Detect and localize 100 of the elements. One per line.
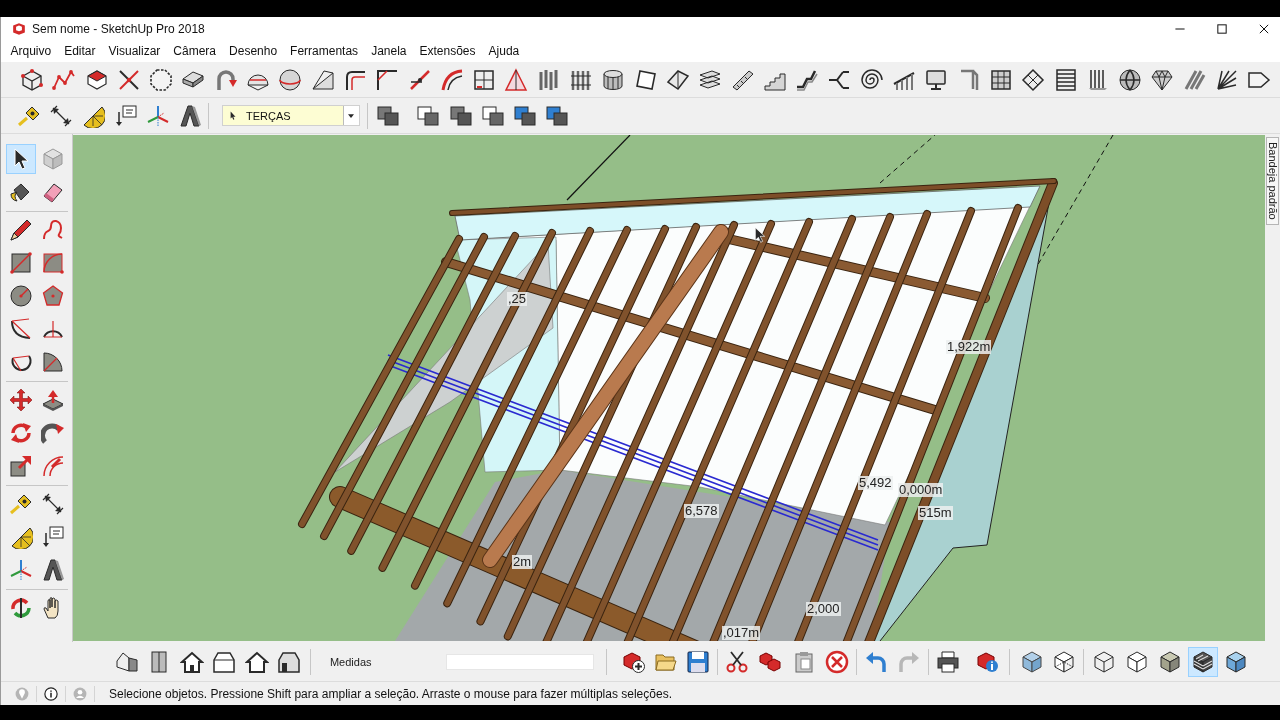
window-frame-icon xyxy=(472,67,497,92)
scissors-icon xyxy=(724,649,749,674)
tile-icon xyxy=(665,67,690,92)
dimension-label: 2m xyxy=(512,555,533,569)
mouse-pointer-icon xyxy=(752,227,768,243)
corner-icon xyxy=(375,67,400,92)
stacked-squares-icon xyxy=(375,103,400,128)
menu-item[interactable]: Extensões xyxy=(413,42,483,60)
measurements-label: Medidas xyxy=(329,655,372,668)
measurements-field[interactable] xyxy=(445,653,594,670)
shaded-cube-icon xyxy=(1158,649,1183,674)
dimension-label: 1,922m xyxy=(946,340,992,354)
pie-icon xyxy=(41,350,65,374)
cylinder-icon xyxy=(601,67,626,92)
maximize-icon xyxy=(1217,23,1227,34)
stacked-slabs-icon xyxy=(698,67,723,92)
house-outline-icon xyxy=(244,649,269,674)
menu-item[interactable]: Arquivo xyxy=(4,42,58,60)
dimension-label: 5,492 xyxy=(858,476,893,490)
tray-tab[interactable]: Bandeja padrão xyxy=(1266,137,1279,225)
callout-icon xyxy=(41,525,65,549)
house-icon xyxy=(179,649,204,674)
louver-icon xyxy=(1053,67,1078,92)
menu-item[interactable]: Ajuda xyxy=(482,42,526,60)
menu-item[interactable]: Visualizar xyxy=(102,42,167,60)
menu-item[interactable]: Editar xyxy=(57,42,103,60)
menu-item[interactable]: Janela xyxy=(364,42,413,60)
spiral-icon xyxy=(859,67,884,92)
dashed-cube-icon xyxy=(1052,649,1077,674)
fan-lines-icon xyxy=(1215,67,1239,92)
close-icon xyxy=(1259,23,1269,34)
gem-icon xyxy=(1150,67,1175,92)
offset-arcs-icon xyxy=(41,454,65,478)
arc-icon xyxy=(9,317,33,341)
dimension-label: ,25 xyxy=(507,292,528,306)
square-arrow-icon xyxy=(9,454,33,478)
select-tool-button[interactable] xyxy=(6,144,36,174)
dimension-label: 6,578 xyxy=(684,504,719,518)
squiggle-icon xyxy=(41,218,65,242)
axes-icon xyxy=(9,558,33,582)
app-logo-icon xyxy=(12,21,26,36)
peaked-arch-icon xyxy=(177,103,202,128)
curve-icon xyxy=(439,67,464,92)
undo-icon xyxy=(864,649,889,674)
wireframe-cube-icon xyxy=(1092,649,1117,674)
four-arrows-icon xyxy=(9,388,33,412)
textured-style-button[interactable] xyxy=(1188,646,1219,677)
stacked-squares-icon xyxy=(448,103,473,128)
menu-item[interactable]: Câmera xyxy=(166,42,223,60)
curved-arrow-icon xyxy=(41,421,65,445)
monitor-icon xyxy=(924,67,949,92)
sphere-grid-icon xyxy=(1118,67,1143,92)
cube-corners-icon xyxy=(20,67,44,92)
hatched-diamond-icon xyxy=(1021,67,1046,92)
dimension-label: ,017m xyxy=(722,626,761,640)
pencil-icon xyxy=(9,218,33,242)
caret-icon xyxy=(347,111,356,120)
cube-icon xyxy=(1125,649,1150,674)
status-message: Selecione objetos. Pressione Shift para ampliar a seleção. Arraste o mouse para fazer múltiplas seleções. xyxy=(109,686,672,701)
window-title: Sem nome - SketchUp Pro 2018 xyxy=(32,21,205,36)
slab-up-arrow-icon xyxy=(41,388,65,412)
sphere-icon xyxy=(278,67,303,92)
delete-icon xyxy=(825,649,850,674)
cube-icon xyxy=(41,147,65,171)
rectangle-icon xyxy=(9,251,33,275)
circle-icon xyxy=(9,284,33,308)
menu-item[interactable]: Ferramentas xyxy=(283,42,365,60)
protractor-icon xyxy=(9,525,33,549)
grid-icon xyxy=(988,67,1013,92)
dimension-label: 515m xyxy=(918,506,953,520)
triangle-icon xyxy=(504,67,529,92)
stacked-squares-icon xyxy=(513,103,538,128)
polyline-icon xyxy=(52,67,77,92)
wedge-icon xyxy=(310,67,335,92)
tape-measure-icon xyxy=(9,492,33,516)
callout-icon xyxy=(113,103,138,128)
pentagon-icon xyxy=(41,284,65,308)
menu-item[interactable]: Desenho xyxy=(222,42,284,60)
info-icon[interactable] xyxy=(44,686,58,701)
rectangle-arc-icon xyxy=(41,251,65,275)
house-icon xyxy=(276,649,301,674)
translucent-cube-icon xyxy=(1020,649,1045,674)
orbit-icon xyxy=(9,596,33,620)
axes-icon xyxy=(145,103,170,128)
printer-icon xyxy=(936,649,961,674)
octagon-icon xyxy=(149,67,174,92)
house-icon xyxy=(212,649,237,674)
rotate-arrows-icon xyxy=(9,421,33,445)
shaded-cube-icon xyxy=(1224,649,1249,674)
dimension-arrow-icon xyxy=(49,103,74,128)
dimension-arrow-icon xyxy=(41,492,65,516)
dimension-label: 2,000 xyxy=(806,602,841,616)
save-icon xyxy=(685,649,710,674)
dimension-label: 0,000m xyxy=(898,483,944,497)
crossed-lines-icon xyxy=(116,67,141,92)
stacked-squares-icon xyxy=(416,103,441,128)
striped-cube-icon xyxy=(1191,649,1216,674)
panel-icon xyxy=(633,67,658,92)
stacked-squares-icon xyxy=(545,103,570,128)
layer-dropdown[interactable]: TERÇAS xyxy=(221,105,360,126)
